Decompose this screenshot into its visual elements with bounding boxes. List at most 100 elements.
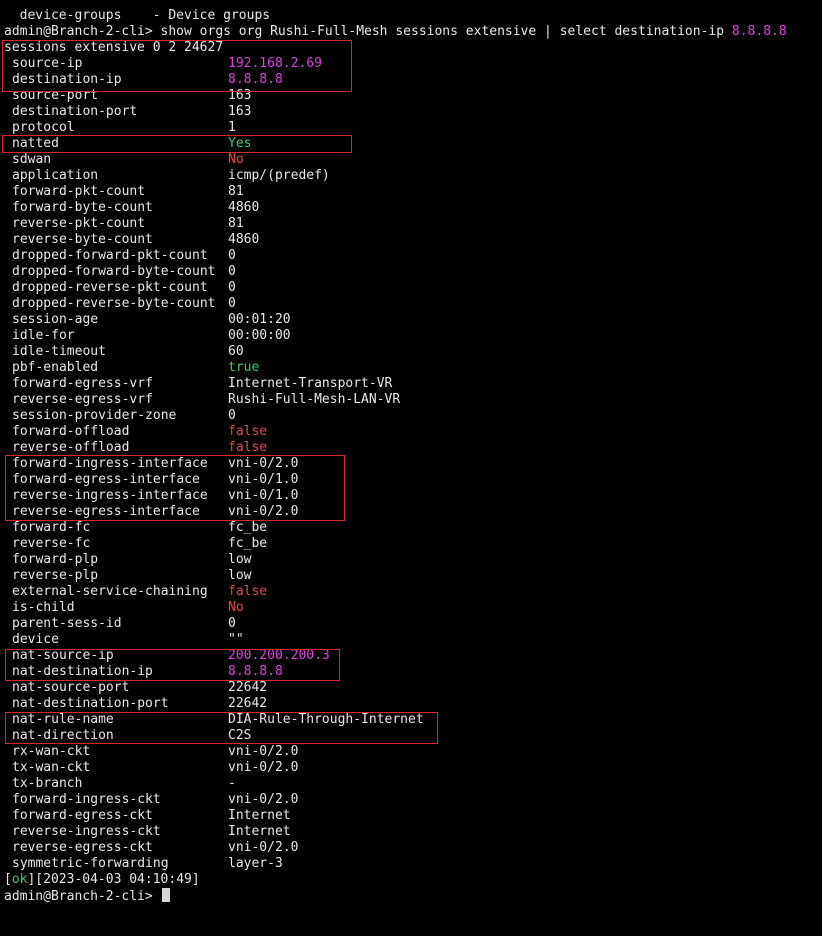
field-row-reverse-fc: reverse-fc fc_be	[4, 536, 822, 552]
field-value: 0	[228, 616, 236, 631]
field-key: destination-port	[12, 104, 138, 119]
field-key: forward-offload	[12, 424, 130, 439]
field-key: source-port	[12, 88, 99, 103]
field-row-destination-port: destination-port 163	[4, 104, 822, 120]
field-key: reverse-byte-count	[12, 232, 153, 247]
field-key: tx-branch	[12, 776, 83, 791]
field-key: forward-plp	[12, 552, 99, 567]
field-key: nat-source-port	[12, 680, 130, 695]
field-row-nat-source-ip: nat-source-ip 200.200.200.3	[4, 648, 822, 664]
field-row-reverse-offload: reverse-offload false	[4, 440, 822, 456]
field-row-forward-offload: forward-offload false	[4, 424, 822, 440]
field-value: true	[228, 360, 260, 375]
field-key: symmetric-forwarding	[12, 856, 169, 871]
field-row-reverse-ingress-ckt: reverse-ingress-ckt Internet	[4, 824, 822, 840]
field-row-session-age: session-age 00:01:20	[4, 312, 822, 328]
final-prompt-text: admin@Branch-2-cli>	[4, 889, 161, 904]
field-row-forward-egress-interface: forward-egress-interface vni-0/1.0	[4, 472, 822, 488]
field-row-natted: natted Yes	[4, 136, 822, 152]
session-title: sessions extensive 0 2 24627	[4, 40, 224, 55]
session-fields: source-ip 192.168.2.69 destination-ip 8.8.8…	[4, 56, 822, 872]
field-row-reverse-pkt-count: reverse-pkt-count 81	[4, 216, 822, 232]
field-value: 0	[228, 408, 236, 423]
field-key: reverse-egress-interface	[12, 504, 200, 519]
field-key: source-ip	[12, 56, 83, 71]
field-value: 22642	[228, 680, 268, 695]
field-row-external-service-chaining: external-service-chaining false	[4, 584, 822, 600]
field-key: natted	[12, 136, 59, 151]
field-row-nat-destination-ip: nat-destination-ip 8.8.8.8	[4, 664, 822, 680]
field-value: 60	[228, 344, 244, 359]
field-key: reverse-egress-vrf	[12, 392, 153, 407]
field-value: vni-0/2.0	[228, 456, 299, 471]
terminal-window[interactable]: device-groups - Device groups admin@Bran…	[4, 8, 822, 904]
field-row-tx-branch: tx-branch -	[4, 776, 822, 792]
field-key: parent-sess-id	[12, 616, 122, 631]
field-value: 81	[228, 184, 244, 199]
field-key: reverse-ingress-interface	[12, 488, 208, 503]
field-row-session-provider-zone: session-provider-zone 0	[4, 408, 822, 424]
field-row-dropped-forward-byte-count: dropped-forward-byte-count 0	[4, 264, 822, 280]
field-value: Internet	[228, 808, 291, 823]
status-open-bracket: [	[4, 872, 12, 887]
field-row-reverse-egress-vrf: reverse-egress-vrf Rushi-Full-Mesh-LAN-VR	[4, 392, 822, 408]
field-value: Internet	[228, 824, 291, 839]
field-value: Yes	[228, 136, 252, 151]
field-row-source-ip: source-ip 192.168.2.69	[4, 56, 822, 72]
field-value: 0	[228, 248, 236, 263]
field-key: dropped-reverse-pkt-count	[12, 280, 208, 295]
field-row-reverse-egress-interface: reverse-egress-interface vni-0/2.0	[4, 504, 822, 520]
cursor-block	[161, 888, 170, 902]
field-row-forward-pkt-count: forward-pkt-count 81	[4, 184, 822, 200]
field-row-application: application icmp/(predef)	[4, 168, 822, 184]
command-text: admin@Branch-2-cli> show orgs org Rushi-…	[4, 24, 732, 39]
status-timestamp: ][2023-04-03 04:10:49]	[27, 872, 200, 887]
field-value: low	[228, 552, 252, 567]
field-value: 192.168.2.69	[228, 56, 322, 71]
field-value: ""	[228, 632, 244, 647]
field-value: vni-0/2.0	[228, 504, 299, 519]
field-key: forward-byte-count	[12, 200, 153, 215]
field-value: false	[228, 440, 268, 455]
field-value: 00:00:00	[228, 328, 291, 343]
field-value: vni-0/1.0	[228, 472, 299, 487]
field-key: reverse-offload	[12, 440, 130, 455]
field-value: 0	[228, 296, 236, 311]
field-value: 00:01:20	[228, 312, 291, 327]
final-prompt[interactable]: admin@Branch-2-cli>	[4, 888, 170, 905]
field-row-reverse-ingress-interface: reverse-ingress-interface vni-0/1.0	[4, 488, 822, 504]
field-row-idle-timeout: idle-timeout 60	[4, 344, 822, 360]
field-value: false	[228, 584, 268, 599]
field-row-forward-egress-vrf: forward-egress-vrf Internet-Transport-VR	[4, 376, 822, 392]
field-value: 4860	[228, 232, 260, 247]
field-value: fc_be	[228, 536, 268, 551]
status-line: [ok][2023-04-03 04:10:49]	[4, 872, 822, 888]
field-key: session-provider-zone	[12, 408, 177, 423]
field-key: reverse-ingress-ckt	[12, 824, 161, 839]
field-key: session-age	[12, 312, 99, 327]
field-key: forward-ingress-ckt	[12, 792, 161, 807]
field-row-nat-direction: nat-direction C2S	[4, 728, 822, 744]
field-row-pbf-enabled: pbf-enabled true	[4, 360, 822, 376]
field-key: application	[12, 168, 99, 183]
field-row-protocol: protocol 1	[4, 120, 822, 136]
field-row-parent-sess-id: parent-sess-id 0	[4, 616, 822, 632]
status-ok: ok	[11, 872, 28, 887]
field-value: false	[228, 424, 268, 439]
field-key: nat-source-ip	[12, 648, 114, 663]
field-value: 81	[228, 216, 244, 231]
field-row-symmetric-forwarding: symmetric-forwarding layer-3	[4, 856, 822, 872]
field-value: 163	[228, 88, 252, 103]
field-key: tx-wan-ckt	[12, 760, 91, 775]
field-value: vni-0/2.0	[228, 792, 299, 807]
field-value: 8.8.8.8	[228, 664, 283, 679]
field-value: Rushi-Full-Mesh-LAN-VR	[228, 392, 401, 407]
field-row-tx-wan-ckt: tx-wan-ckt vni-0/2.0	[4, 760, 822, 776]
final-prompt-line[interactable]: admin@Branch-2-cli>	[4, 888, 822, 904]
field-value: 0	[228, 264, 236, 279]
field-value: 22642	[228, 696, 268, 711]
field-value: icmp/(predef)	[228, 168, 330, 183]
field-key: dropped-forward-byte-count	[12, 264, 216, 279]
field-row-rx-wan-ckt: rx-wan-ckt vni-0/2.0	[4, 744, 822, 760]
field-value: vni-0/1.0	[228, 488, 299, 503]
